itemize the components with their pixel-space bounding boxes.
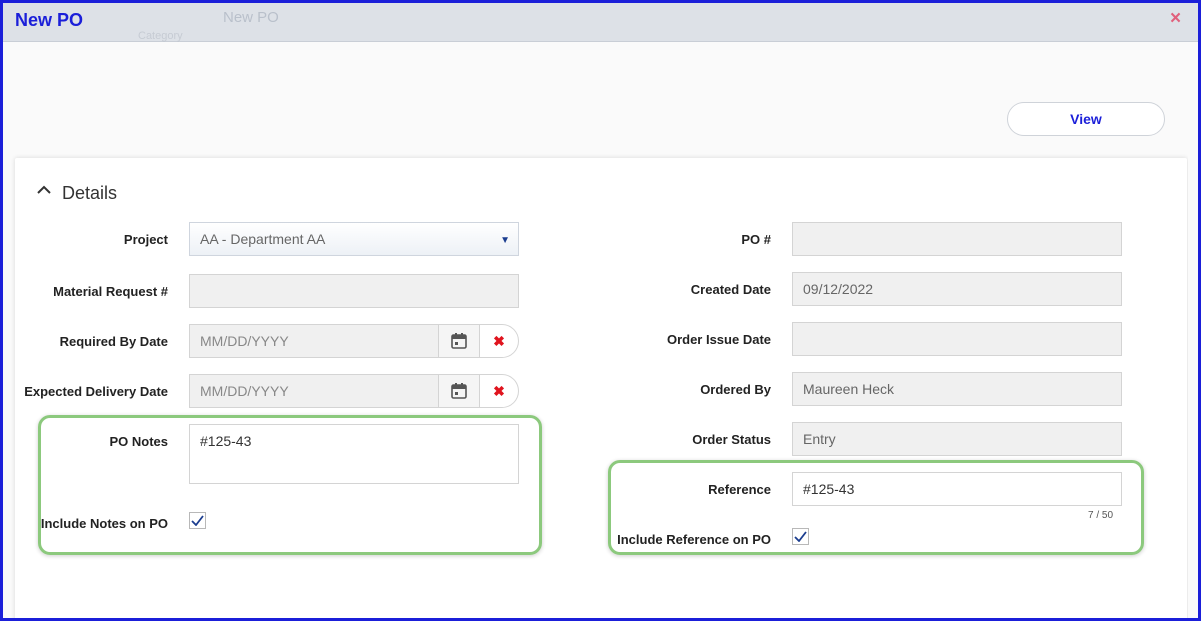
material-request-input[interactable]	[189, 274, 519, 308]
background-dialog-subtitle: Category	[138, 30, 183, 42]
dialog-title: New PO	[15, 10, 84, 30]
scrollbar-track[interactable]	[1188, 43, 1198, 618]
reference-char-counter: 7 / 50	[1088, 510, 1114, 521]
include-notes-checkbox[interactable]	[189, 512, 206, 529]
title-bar: New PO New PO Category ×	[3, 3, 1198, 42]
reference-input[interactable]: #125-43	[792, 472, 1122, 506]
include-notes-label: Include Notes on PO	[40, 516, 168, 531]
background-dialog-title: New PO	[223, 9, 279, 26]
include-reference-label: Include Reference on PO	[617, 532, 771, 547]
expected-delivery-date-field: MM/DD/YYYY ✖	[189, 374, 519, 408]
project-select[interactable]: AA - Department AA ▼	[189, 222, 519, 256]
ordered-by-input[interactable]: Maureen Heck	[792, 372, 1122, 406]
view-button[interactable]: View	[1007, 102, 1165, 136]
created-date-input[interactable]: 09/12/2022	[792, 272, 1122, 306]
order-status-input[interactable]: Entry	[792, 422, 1122, 456]
dropdown-arrow-icon[interactable]: ▼	[500, 235, 510, 246]
required-by-date-input[interactable]: MM/DD/YYYY	[190, 325, 438, 357]
expected-delivery-date-label: Expected Delivery Date	[24, 384, 168, 399]
checkmark-icon	[191, 515, 204, 526]
include-reference-checkbox[interactable]	[792, 528, 809, 545]
clear-date-icon[interactable]: ✖	[480, 375, 518, 407]
po-number-input[interactable]	[792, 222, 1122, 256]
required-by-date-label: Required By Date	[59, 334, 168, 349]
project-select-value: AA - Department AA	[200, 231, 326, 247]
chevron-up-icon[interactable]	[36, 183, 52, 197]
calendar-icon[interactable]	[438, 325, 480, 357]
reference-label: Reference	[708, 482, 771, 497]
order-issue-date-input[interactable]	[792, 322, 1122, 356]
expected-delivery-date-input[interactable]: MM/DD/YYYY	[190, 375, 438, 407]
po-notes-textarea[interactable]: #125-43	[189, 424, 519, 484]
new-po-dialog: New PO New PO Category × View Details Pr…	[0, 0, 1201, 621]
clear-date-icon[interactable]: ✖	[480, 325, 518, 357]
created-date-label: Created Date	[690, 282, 771, 297]
order-status-label: Order Status	[692, 432, 771, 447]
po-notes-label: PO Notes	[109, 434, 168, 449]
project-label: Project	[123, 232, 168, 247]
ordered-by-label: Ordered By	[700, 382, 771, 397]
close-icon[interactable]: ×	[1170, 9, 1181, 28]
checkmark-icon	[794, 531, 807, 542]
calendar-icon[interactable]	[438, 375, 480, 407]
po-number-label: PO #	[741, 232, 771, 247]
details-section-title: Details	[62, 183, 118, 203]
order-issue-date-label: Order Issue Date	[666, 332, 771, 347]
material-request-label: Material Request #	[53, 284, 168, 299]
required-by-date-field: MM/DD/YYYY ✖	[189, 324, 519, 358]
